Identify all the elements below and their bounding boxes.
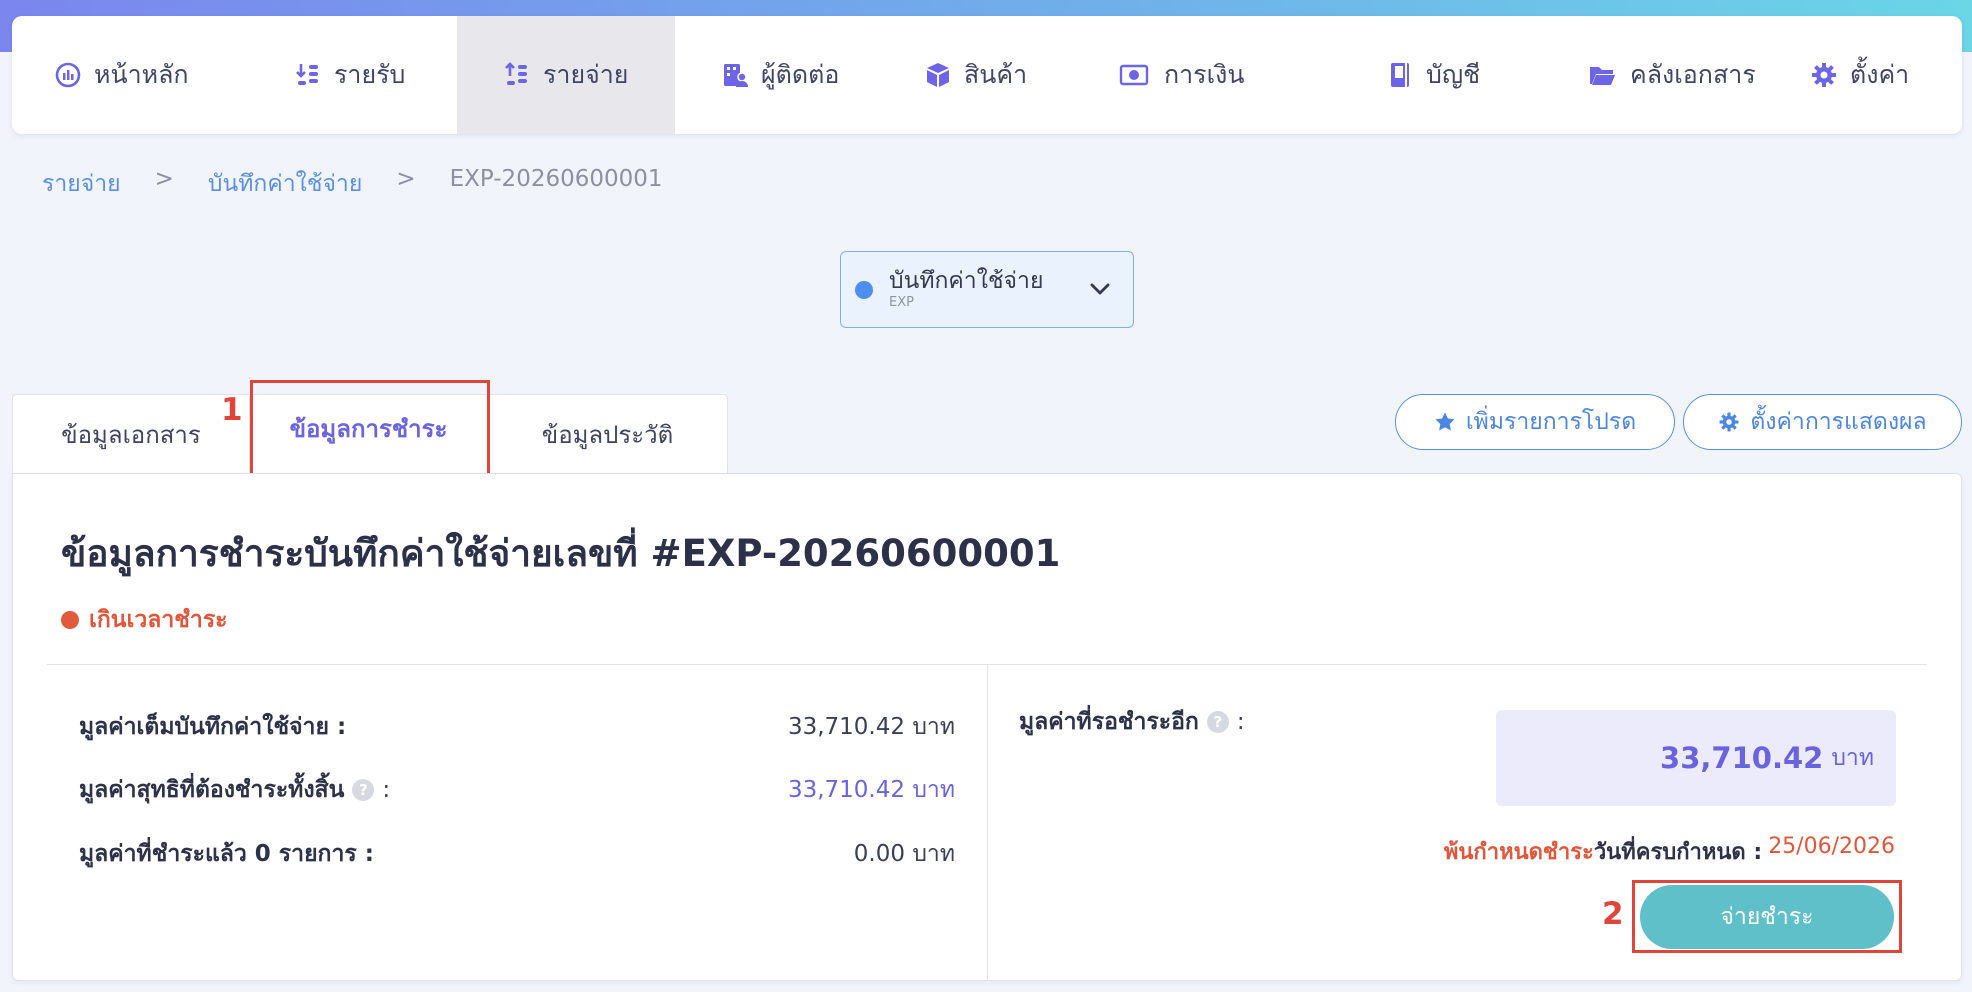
status-text: เกินเวลาชำระ xyxy=(89,607,228,633)
add-favorite-button[interactable]: เพิ่มรายการโปรด xyxy=(1395,394,1675,450)
document-type-select[interactable]: บันทึกค่าใช้จ่าย EXP xyxy=(840,251,1134,328)
paid-value-label: มูลค่าที่ชำระแล้ว 0 รายการ : xyxy=(79,841,374,867)
status-dot xyxy=(855,280,873,299)
status-badge: เกินเวลาชำระ xyxy=(61,602,228,638)
income-icon xyxy=(296,64,318,85)
box-icon xyxy=(927,63,949,87)
nav-item-contacts[interactable]: ผู้ติดต่อ xyxy=(675,16,900,134)
nav-item-label: ตั้งค่า xyxy=(1850,60,1910,89)
remaining-unit: บาท xyxy=(1831,745,1874,771)
book-icon xyxy=(1391,63,1409,87)
paid-value-row: มูลค่าที่ชำระแล้ว 0 รายการ : 0.00 บาท xyxy=(79,834,955,874)
tab-label: ข้อมูลประวัติ xyxy=(541,421,674,449)
nav-item-label: การเงิน xyxy=(1164,60,1245,89)
tab-label: ข้อมูลการชำระ xyxy=(289,415,448,443)
annotation-marker-1: 1 xyxy=(221,392,243,428)
remaining-amount: 33,710.42 xyxy=(1660,741,1824,775)
annotation-marker-2: 2 xyxy=(1602,896,1624,932)
due-date-label: วันที่ครบกำหนด : xyxy=(1593,840,1763,865)
page-title: ข้อมูลการชำระบันทึกค่าใช้จ่ายเลขที่ #EXP… xyxy=(61,532,1061,575)
breadcrumb-expense-record-link[interactable]: บันทึกค่าใช้จ่าย xyxy=(208,166,362,202)
nav-item-income[interactable]: รายรับ xyxy=(252,16,457,134)
breadcrumb-current: EXP-20260600001 xyxy=(449,166,663,192)
full-value-row: มูลค่าเต็มบันทึกค่าใช้จ่าย : 33,710.42 บ… xyxy=(79,707,955,747)
pay-button-label: จ่ายชำระ xyxy=(1720,904,1814,930)
nav-item-finance[interactable]: การเงิน xyxy=(1104,16,1338,134)
breadcrumb-separator: > xyxy=(396,166,416,192)
help-icon[interactable]: ? xyxy=(352,779,375,801)
nav-item-products[interactable]: สินค้า xyxy=(900,16,1104,134)
colon: : xyxy=(1236,709,1245,735)
remaining-amount-box: 33,710.42 บาท xyxy=(1496,710,1896,806)
breadcrumb: รายจ่าย > บันทึกค่าใช้จ่าย > EXP-2026060… xyxy=(42,166,663,202)
paid-value-amount: 0.00 บาท xyxy=(853,841,955,867)
breadcrumb-separator: > xyxy=(154,166,174,192)
display-settings-button[interactable]: ตั้งค่าการแสดงผล xyxy=(1683,394,1962,450)
money-icon xyxy=(1119,64,1149,86)
breadcrumb-expense-link[interactable]: รายจ่าย xyxy=(42,166,121,202)
nav-item-label: ผู้ติดต่อ xyxy=(761,60,840,89)
nav-item-accounting[interactable]: บัญชี xyxy=(1338,16,1542,134)
due-date-value: 25/06/2026 xyxy=(1768,834,1895,859)
nav-item-label: รายรับ xyxy=(334,60,406,89)
gear-icon xyxy=(1719,412,1739,432)
nav-item-label: สินค้า xyxy=(964,60,1028,89)
nav-item-expense[interactable]: รายจ่าย xyxy=(457,16,675,134)
full-value-label: มูลค่าเต็มบันทึกค่าใช้จ่าย : xyxy=(79,714,347,740)
overdue-dot xyxy=(61,611,79,629)
full-value-amount: 33,710.42 บาท xyxy=(787,714,955,740)
add-favorite-label: เพิ่มรายการโปรด xyxy=(1465,409,1637,435)
overdue-text: พ้นกำหนดชำระ xyxy=(1443,840,1594,865)
document-type-label: บันทึกค่าใช้จ่าย xyxy=(889,267,1044,294)
nav-item-label: รายจ่าย xyxy=(543,60,629,89)
tab-bar: ข้อมูลเอกสาร ข้อมูลการชำระ ข้อมูลประวัติ xyxy=(12,394,728,474)
expense-icon xyxy=(505,62,527,85)
nav-item-label: บัญชี xyxy=(1426,60,1481,89)
main-navigation: หน้าหลัก รายรับ รายจ่าย ผู้ติดต่อ สินค้า… xyxy=(12,16,1962,134)
star-icon xyxy=(1435,412,1455,431)
folder-icon xyxy=(1590,67,1615,85)
pay-button[interactable]: จ่ายชำระ xyxy=(1640,885,1894,949)
due-date-line: พ้นกำหนดชำระ วันที่ครบกำหนด : 25/06/2026 xyxy=(1444,834,1895,869)
nav-item-documents[interactable]: คลังเอกสาร xyxy=(1542,16,1782,134)
help-icon[interactable]: ? xyxy=(1206,711,1229,733)
dashboard-icon xyxy=(55,62,81,88)
column-divider xyxy=(987,665,988,981)
remaining-label: มูลค่าที่รอชำระอีก ? : xyxy=(1019,704,1245,740)
tab-history-info[interactable]: ข้อมูลประวัติ xyxy=(488,394,728,474)
gear-icon xyxy=(1812,63,1836,87)
net-value-row: มูลค่าสุทธิที่ต้องชำระทั้งสิ้น ? : 33,71… xyxy=(79,770,955,810)
document-type-code: EXP xyxy=(889,295,914,310)
nav-item-settings[interactable]: ตั้งค่า xyxy=(1782,16,1962,134)
nav-item-label: หน้าหลัก xyxy=(94,60,189,89)
tab-label: ข้อมูลเอกสาร xyxy=(61,421,201,449)
contacts-icon xyxy=(724,64,748,87)
net-value-amount: 33,710.42 บาท xyxy=(787,777,955,803)
remaining-label-text: มูลค่าที่รอชำระอีก xyxy=(1019,709,1199,735)
net-value-label: มูลค่าสุทธิที่ต้องชำระทั้งสิ้น xyxy=(79,777,345,803)
tab-document-info[interactable]: ข้อมูลเอกสาร xyxy=(12,394,250,474)
nav-item-label: คลังเอกสาร xyxy=(1630,60,1756,89)
chevron-down-icon xyxy=(1090,283,1110,295)
display-settings-label: ตั้งค่าการแสดงผล xyxy=(1750,409,1927,435)
nav-item-home[interactable]: หน้าหลัก xyxy=(12,16,252,134)
tab-payment-info[interactable]: ข้อมูลการชำระ xyxy=(250,394,488,474)
colon: : xyxy=(382,777,391,803)
